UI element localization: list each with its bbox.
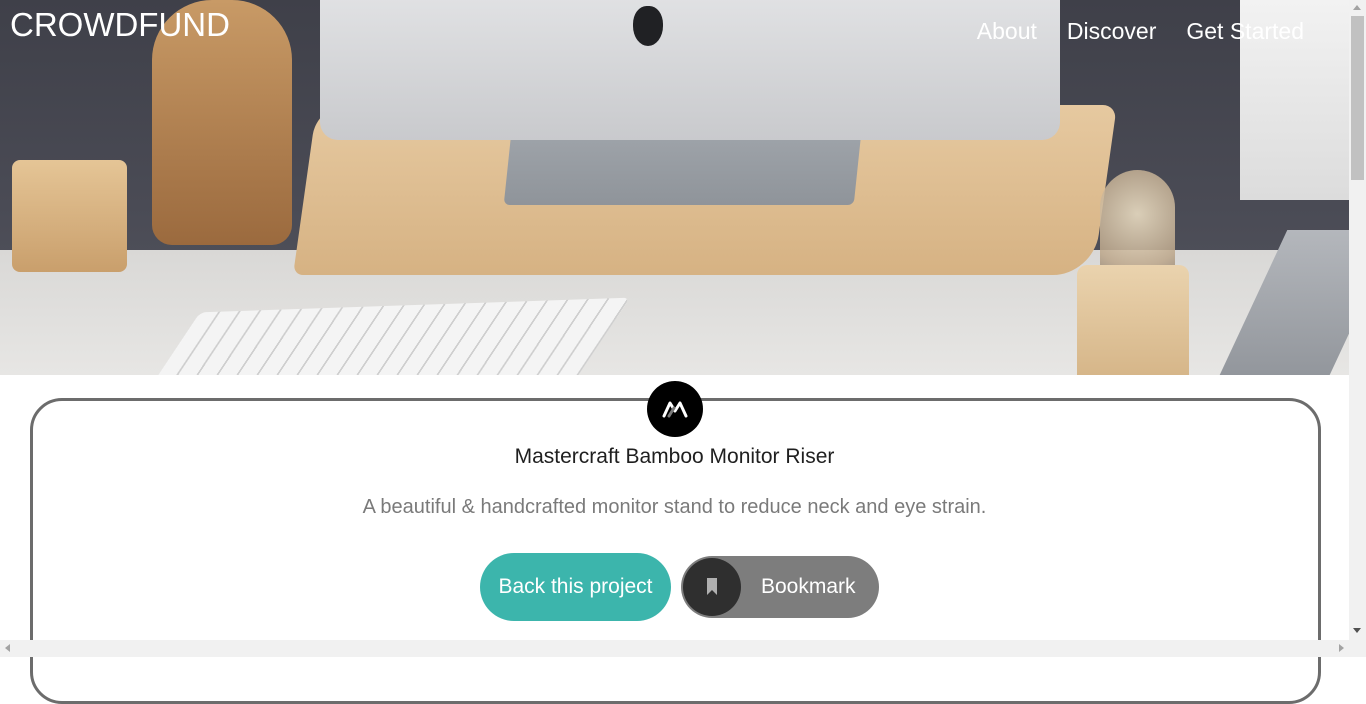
bookmark-icon bbox=[683, 558, 741, 616]
mastercraft-logo-icon bbox=[647, 381, 703, 437]
hero-image bbox=[0, 0, 1349, 375]
project-title: Mastercraft Bamboo Monitor Riser bbox=[514, 445, 835, 468]
hero-monitor bbox=[320, 0, 1060, 140]
project-description: A beautiful & handcrafted monitor stand … bbox=[362, 496, 987, 518]
horizontal-scrollbar[interactable] bbox=[0, 640, 1366, 657]
hero-pencil-cup bbox=[12, 160, 127, 272]
main-nav: About Discover Get Started bbox=[977, 18, 1304, 45]
bookmark-button[interactable]: Bookmark bbox=[681, 556, 879, 618]
scroll-right-arrow-icon[interactable] bbox=[1339, 644, 1344, 652]
hero-lamp bbox=[1077, 265, 1189, 375]
back-this-project-button[interactable]: Back this project bbox=[480, 553, 671, 621]
vertical-scroll-thumb[interactable] bbox=[1351, 16, 1364, 180]
scroll-up-arrow-icon[interactable] bbox=[1353, 5, 1361, 10]
bookmark-label: Bookmark bbox=[761, 575, 856, 598]
vertical-scrollbar[interactable] bbox=[1349, 0, 1366, 640]
scroll-left-arrow-icon[interactable] bbox=[5, 644, 10, 652]
nav-get-started-link[interactable]: Get Started bbox=[1186, 18, 1304, 45]
scroll-down-arrow-icon[interactable] bbox=[1353, 628, 1361, 633]
site-logo[interactable]: CROWDFUND bbox=[10, 6, 230, 44]
nav-about-link[interactable]: About bbox=[977, 18, 1037, 45]
project-card bbox=[30, 398, 1321, 704]
apple-logo-icon bbox=[633, 6, 663, 46]
nav-discover-link[interactable]: Discover bbox=[1067, 18, 1156, 45]
hero-bulb bbox=[1100, 170, 1175, 280]
